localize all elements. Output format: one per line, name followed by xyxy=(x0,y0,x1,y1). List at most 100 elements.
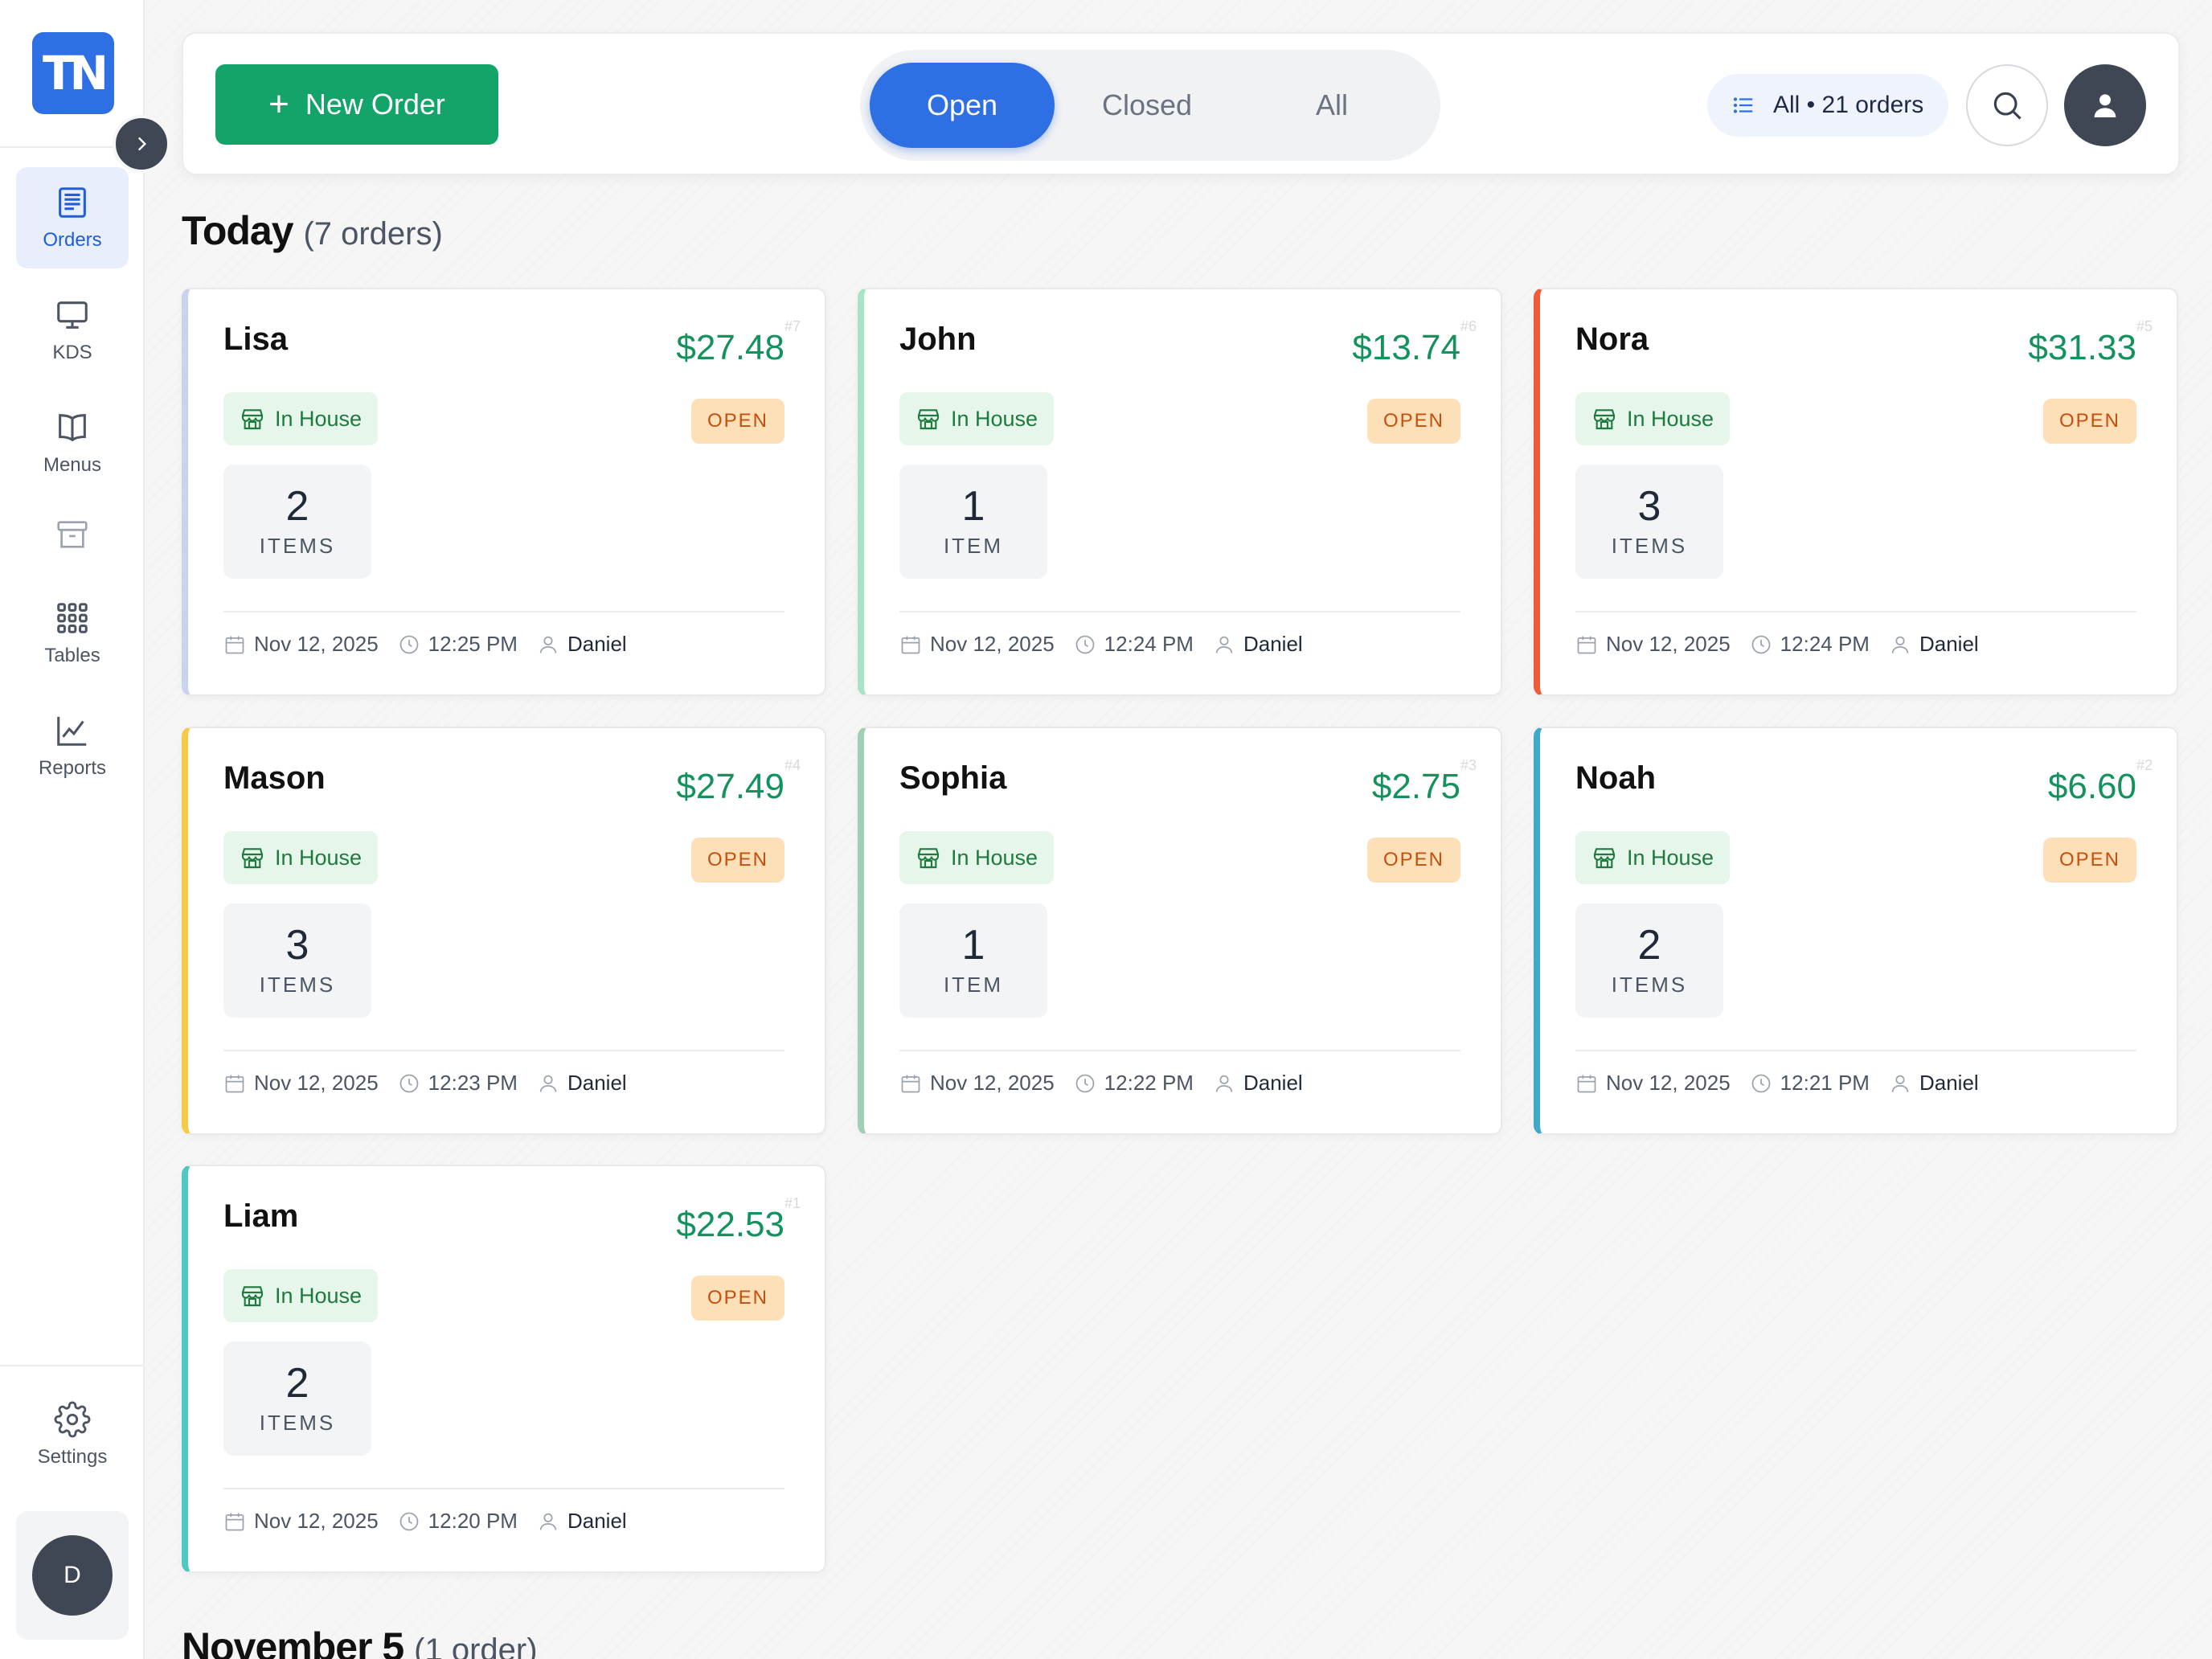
tab-closed[interactable]: Closed xyxy=(1055,63,1239,148)
clock-icon xyxy=(399,635,419,653)
order-staff: Daniel xyxy=(1889,1071,1979,1096)
divider xyxy=(1575,611,2136,612)
section-count: (7 orders) xyxy=(303,216,443,252)
order-card[interactable]: Sophia #3 $2.75 In House OPEN 1 ITEM Nov… xyxy=(858,727,1502,1135)
items-label: ITEM xyxy=(943,533,1004,558)
section-title-november-5: November 5 (1 order) xyxy=(182,1624,538,1659)
customer-name: Mason xyxy=(223,760,326,796)
calendar-icon xyxy=(1577,1075,1596,1092)
time-text: 12:22 PM xyxy=(1104,1071,1194,1095)
order-number: #6 xyxy=(1460,318,1477,334)
status-badge: OPEN xyxy=(690,1276,784,1321)
order-type-badge: In House xyxy=(223,1269,379,1322)
search-button[interactable] xyxy=(1966,64,2048,146)
calendar-icon xyxy=(1577,636,1596,653)
nav-item-tables[interactable]: Tables xyxy=(16,583,129,684)
chevron-right-icon xyxy=(137,137,147,151)
person-icon xyxy=(1215,636,1233,653)
items-count-box: 2 ITEMS xyxy=(223,1342,371,1456)
store-icon xyxy=(917,848,940,869)
items-label: ITEMS xyxy=(259,1410,336,1435)
order-meta: Nov 12, 2025 12:22 PM Daniel xyxy=(899,1071,1322,1096)
order-number: #2 xyxy=(2136,757,2153,773)
order-number: #4 xyxy=(784,757,801,773)
items-count-box: 2 ITEMS xyxy=(223,465,371,579)
order-type-label: In House xyxy=(951,406,1038,431)
order-total: $27.48 xyxy=(676,328,784,367)
customer-name: John xyxy=(899,322,977,357)
app-logo[interactable]: TN xyxy=(32,32,114,114)
order-number: #3 xyxy=(1460,757,1477,773)
divider xyxy=(223,1050,784,1051)
store-icon xyxy=(241,848,264,869)
nav-item-orders[interactable]: Orders xyxy=(16,167,129,268)
clock-icon xyxy=(399,1074,419,1092)
store-icon xyxy=(241,1286,264,1307)
calendar-icon xyxy=(901,1075,920,1092)
user-menu[interactable]: D xyxy=(16,1511,129,1640)
person-icon xyxy=(539,1075,557,1092)
nav-label: Tables xyxy=(44,645,100,666)
gear-icon xyxy=(54,1401,91,1438)
staff-name: Daniel xyxy=(567,632,627,656)
order-meta: Nov 12, 2025 12:21 PM Daniel xyxy=(1575,1071,1998,1096)
sidebar-toggle-button[interactable] xyxy=(113,115,170,173)
nav-item-kds[interactable]: KDS xyxy=(16,280,129,381)
tab-open[interactable]: Open xyxy=(870,63,1055,148)
items-count-box: 2 ITEMS xyxy=(1575,903,1723,1018)
divider xyxy=(223,611,784,612)
order-card[interactable]: Liam #1 $22.53 In House OPEN 2 ITEMS Nov… xyxy=(182,1165,826,1573)
order-card[interactable]: Nora #5 $31.33 In House OPEN 3 ITEMS Nov… xyxy=(1534,288,2178,696)
calendar-icon xyxy=(901,636,920,653)
items-count: 2 xyxy=(285,482,309,530)
nav-item-reports[interactable]: Reports xyxy=(16,695,129,797)
customer-name: Liam xyxy=(223,1198,299,1234)
order-time: 12:25 PM xyxy=(398,632,518,657)
items-label: ITEMS xyxy=(1611,972,1688,997)
items-count: 1 xyxy=(961,921,985,969)
time-text: 12:21 PM xyxy=(1780,1071,1870,1095)
order-type-label: In House xyxy=(275,406,363,431)
person-icon xyxy=(539,636,557,653)
order-staff: Daniel xyxy=(1213,632,1303,657)
tab-all[interactable]: All xyxy=(1239,63,1424,148)
calendar-icon xyxy=(225,1075,244,1092)
order-date: Nov 12, 2025 xyxy=(223,1509,379,1534)
items-count: 2 xyxy=(285,1359,309,1407)
order-card[interactable]: Lisa #7 $27.48 In House OPEN 2 ITEMS Nov… xyxy=(182,288,826,696)
order-type-badge: In House xyxy=(1575,392,1731,445)
order-meta: Nov 12, 2025 12:20 PM Daniel xyxy=(223,1509,646,1534)
customer-name: Lisa xyxy=(223,322,289,357)
items-count-box: 3 ITEMS xyxy=(223,903,371,1018)
order-card[interactable]: Mason #4 $27.49 In House OPEN 3 ITEMS No… xyxy=(182,727,826,1135)
order-meta: Nov 12, 2025 12:23 PM Daniel xyxy=(223,1071,646,1096)
order-total: $2.75 xyxy=(1371,767,1460,806)
time-text: 12:23 PM xyxy=(428,1071,518,1095)
order-total: $31.33 xyxy=(2028,328,2136,367)
order-type-badge: In House xyxy=(223,831,379,884)
order-type-label: In House xyxy=(275,845,363,870)
items-count: 2 xyxy=(1637,921,1661,969)
order-type-badge: In House xyxy=(1575,831,1731,884)
order-total: $6.60 xyxy=(2047,767,2136,806)
order-type-label: In House xyxy=(275,1283,363,1308)
nav-item-menus[interactable]: Menus xyxy=(16,392,129,494)
staff-name: Daniel xyxy=(1243,632,1303,656)
order-staff: Daniel xyxy=(537,632,627,657)
nav-item-settings[interactable]: Settings xyxy=(16,1384,129,1485)
order-filter-chip[interactable]: All • 21 orders xyxy=(1707,74,1948,137)
nav-item-archive[interactable] xyxy=(16,490,129,579)
plus-icon: + xyxy=(268,84,289,124)
new-order-button[interactable]: + New Order xyxy=(215,64,498,145)
section-count: (1 order) xyxy=(414,1632,538,1659)
order-card[interactable]: John #6 $13.74 In House OPEN 1 ITEM Nov … xyxy=(858,288,1502,696)
time-text: 12:20 PM xyxy=(428,1509,518,1533)
items-count: 1 xyxy=(961,482,985,530)
order-card[interactable]: Noah #2 $6.60 In House OPEN 2 ITEMS Nov … xyxy=(1534,727,2178,1135)
nav-label: KDS xyxy=(52,342,92,363)
section-name: Today xyxy=(182,208,294,253)
account-button[interactable] xyxy=(2064,64,2146,146)
items-count-box: 1 ITEM xyxy=(899,903,1047,1018)
order-type-badge: In House xyxy=(223,392,379,445)
status-filter-tabs: Open Closed All xyxy=(860,50,1440,161)
